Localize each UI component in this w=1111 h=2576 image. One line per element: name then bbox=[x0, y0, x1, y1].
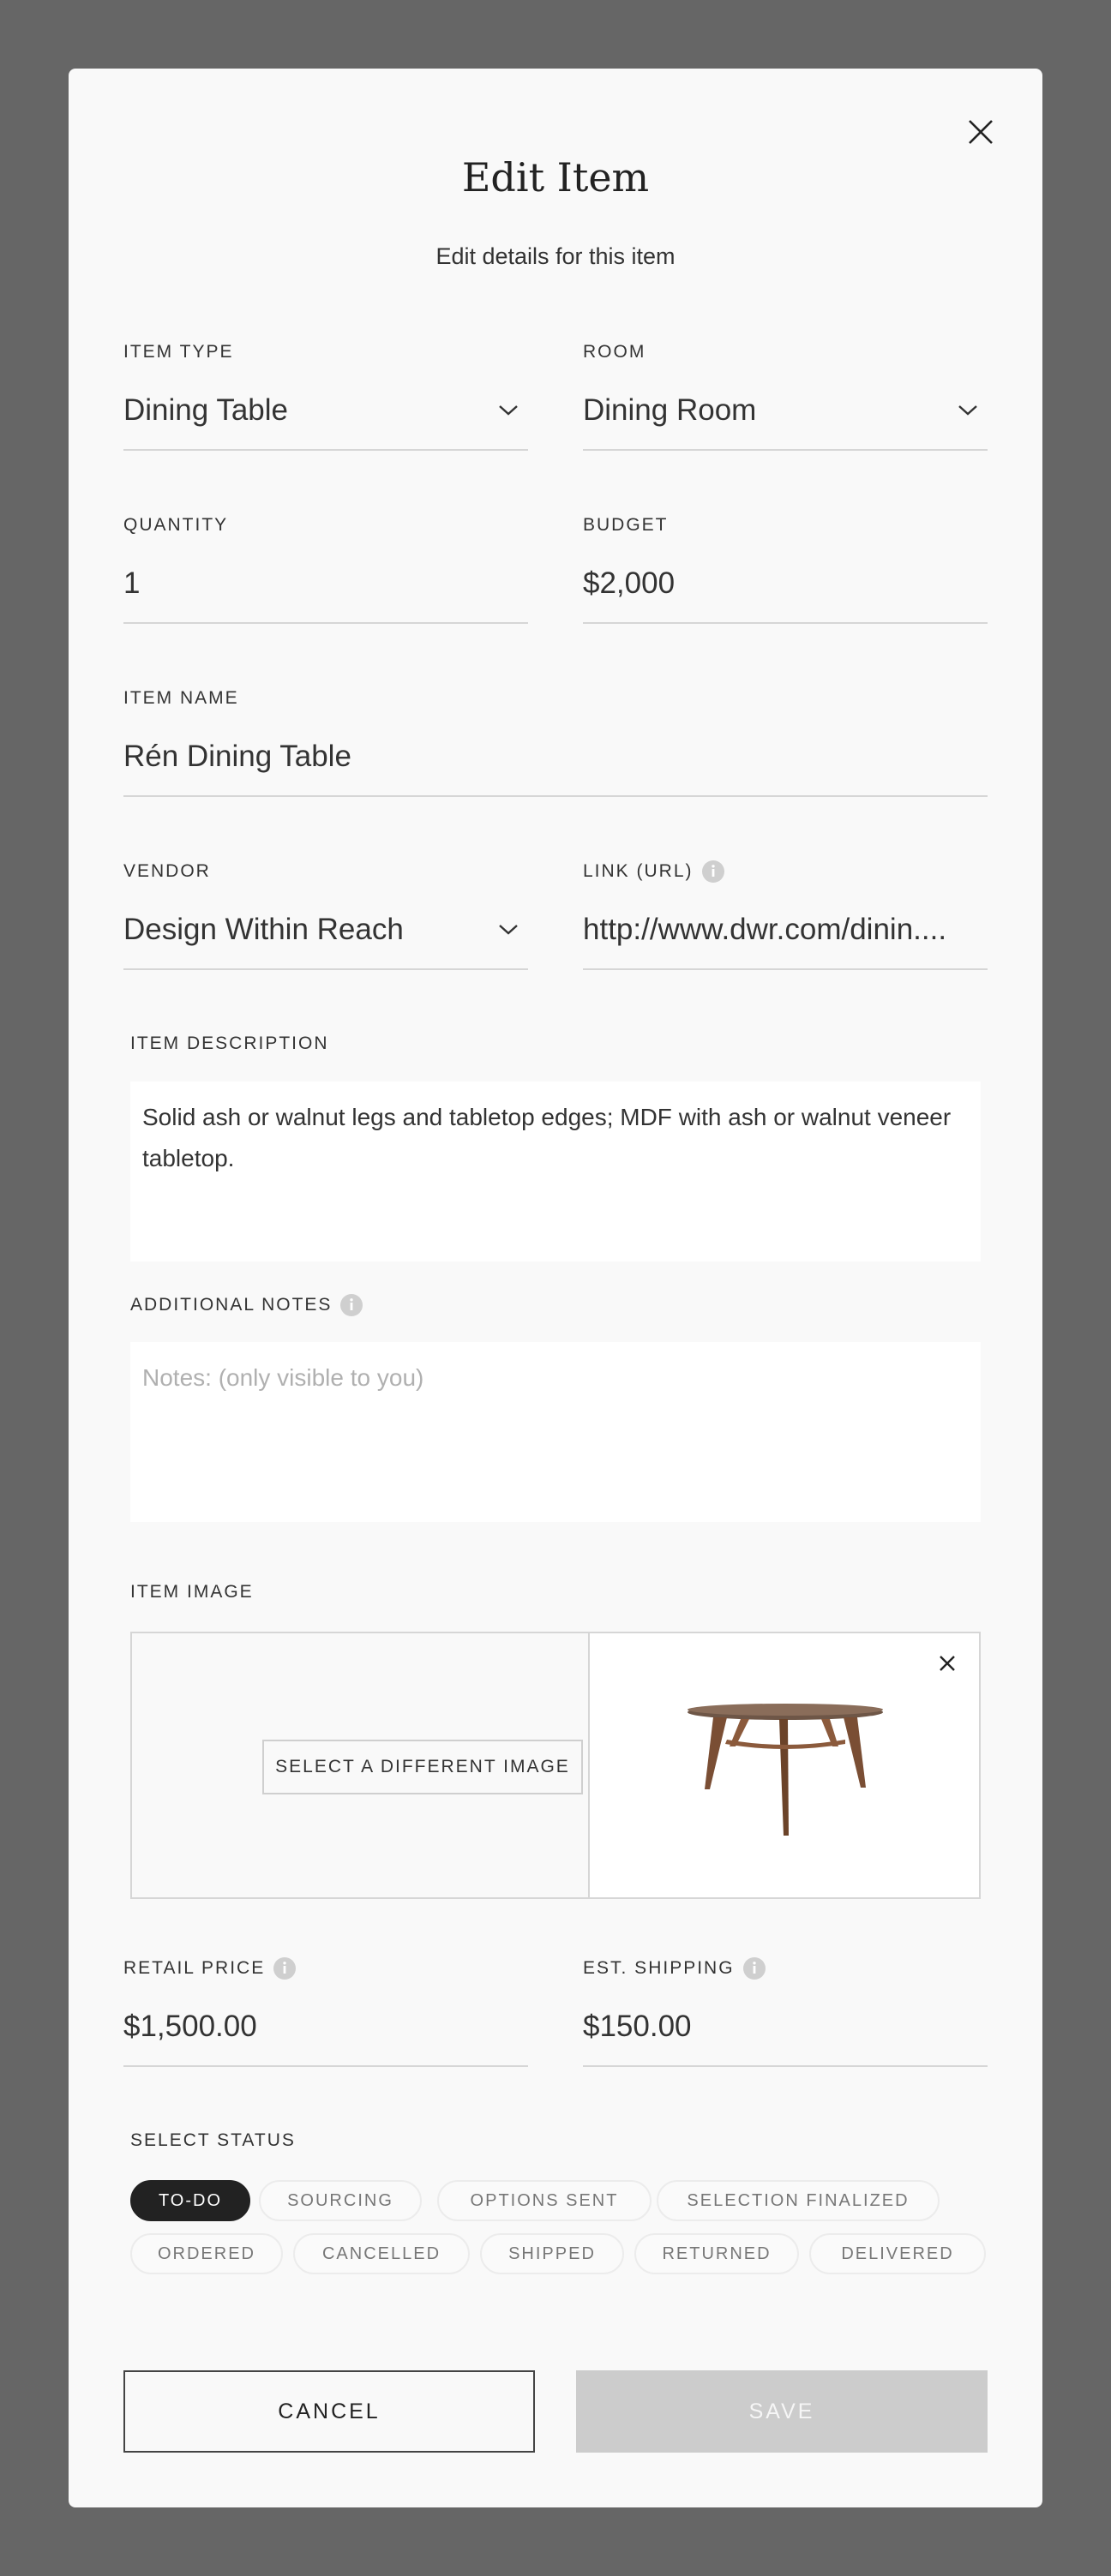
quantity-field[interactable]: QUANTITY 1 bbox=[123, 514, 528, 626]
description-text: Solid ash or walnut legs and tabletop ed… bbox=[142, 1104, 952, 1171]
status-pill-delivered[interactable]: DELIVERED bbox=[809, 2233, 986, 2274]
select-different-image-button[interactable]: SELECT A DIFFERENT IMAGE bbox=[262, 1740, 583, 1794]
save-button[interactable]: SAVE bbox=[576, 2370, 988, 2453]
quantity-label: QUANTITY bbox=[123, 515, 229, 535]
info-icon[interactable] bbox=[273, 1957, 297, 1980]
vendor-label: VENDOR bbox=[123, 861, 211, 881]
item-type-value: Dining Table bbox=[123, 393, 288, 427]
modal-subtitle: Edit details for this item bbox=[435, 243, 676, 269]
status-pill-sourcing[interactable]: SOURCING bbox=[259, 2180, 422, 2221]
quantity-value: 1 bbox=[123, 566, 141, 600]
retail-price-label: RETAIL PRICE bbox=[123, 1958, 266, 1978]
modal-title: Edit Item bbox=[461, 154, 650, 201]
notes-textarea[interactable]: Notes: (only visible to you) bbox=[130, 1342, 981, 1522]
edit-item-modal: Edit Item Edit details for this item ITE… bbox=[69, 69, 1042, 2507]
status-pill-selection-finalized[interactable]: SELECTION FINALIZED bbox=[657, 2180, 940, 2221]
notes-label: ADDITIONAL NOTES bbox=[130, 1295, 333, 1315]
item-name-underline bbox=[123, 795, 988, 797]
budget-field[interactable]: BUDGET $2,000 bbox=[583, 514, 988, 626]
description-textarea[interactable]: Solid ash or walnut legs and tabletop ed… bbox=[130, 1081, 981, 1261]
chevron-down-icon bbox=[958, 405, 977, 416]
info-icon[interactable] bbox=[701, 860, 724, 883]
status-pill-shipped[interactable]: SHIPPED bbox=[480, 2233, 624, 2274]
quantity-underline bbox=[123, 622, 528, 624]
est-shipping-field[interactable]: EST. SHIPPING $150.00 bbox=[583, 1957, 988, 2069]
status-pill-todo[interactable]: TO-DO bbox=[130, 2180, 250, 2221]
chevron-down-icon bbox=[499, 925, 518, 935]
status-pill-returned[interactable]: RETURNED bbox=[634, 2233, 799, 2274]
est-shipping-underline bbox=[583, 2065, 988, 2067]
vendor-underline bbox=[123, 968, 528, 970]
link-url-field[interactable]: LINK (URL) http://www.dwr.com/dinin.... bbox=[583, 860, 988, 972]
room-underline bbox=[583, 449, 988, 451]
notes-placeholder: Notes: (only visible to you) bbox=[142, 1364, 424, 1391]
info-icon[interactable] bbox=[742, 1957, 766, 1980]
item-image-label: ITEM IMAGE bbox=[130, 1582, 254, 1602]
select-status-label: SELECT STATUS bbox=[130, 2130, 296, 2150]
item-name-label: ITEM NAME bbox=[123, 688, 239, 708]
status-pill-ordered[interactable]: ORDERED bbox=[130, 2233, 283, 2274]
room-label: ROOM bbox=[583, 342, 646, 362]
description-label: ITEM DESCRIPTION bbox=[130, 1033, 329, 1053]
info-icon[interactable] bbox=[340, 1294, 363, 1316]
link-label-row: LINK (URL) bbox=[583, 860, 988, 883]
est-shipping-value: $150.00 bbox=[583, 2010, 692, 2043]
image-preview bbox=[590, 1633, 979, 1897]
retail-price-field[interactable]: RETAIL PRICE $1,500.00 bbox=[123, 1957, 528, 2069]
room-select[interactable]: ROOM Dining Room bbox=[583, 341, 988, 452]
item-type-underline bbox=[123, 449, 528, 451]
vendor-select[interactable]: VENDOR Design Within Reach bbox=[123, 860, 528, 972]
link-label: LINK (URL) bbox=[583, 861, 694, 881]
chevron-down-icon bbox=[499, 405, 518, 416]
dining-table-image bbox=[688, 1704, 883, 1836]
est-shipping-label: EST. SHIPPING bbox=[583, 1958, 735, 1978]
link-underline bbox=[583, 968, 988, 970]
retail-price-underline bbox=[123, 2065, 528, 2067]
link-value: http://www.dwr.com/dinin.... bbox=[583, 913, 947, 946]
vendor-value: Design Within Reach bbox=[123, 913, 404, 946]
item-name-value: Rén Dining Table bbox=[123, 740, 351, 773]
close-icon bbox=[969, 120, 993, 144]
budget-underline bbox=[583, 622, 988, 624]
est-shipping-label-row: EST. SHIPPING bbox=[583, 1957, 988, 1980]
room-value: Dining Room bbox=[583, 393, 757, 427]
retail-price-label-row: RETAIL PRICE bbox=[123, 1957, 528, 1980]
status-pill-cancelled[interactable]: CANCELLED bbox=[293, 2233, 470, 2274]
notes-label-row: ADDITIONAL NOTES bbox=[130, 1294, 363, 1316]
cancel-button[interactable]: CANCEL bbox=[123, 2370, 535, 2453]
item-name-field[interactable]: ITEM NAME Rén Dining Table bbox=[123, 687, 988, 799]
item-type-select[interactable]: ITEM TYPE Dining Table bbox=[123, 341, 528, 452]
retail-price-value: $1,500.00 bbox=[123, 2010, 257, 2043]
close-button[interactable] bbox=[960, 111, 1001, 153]
budget-label: BUDGET bbox=[583, 515, 669, 535]
status-pill-options-sent[interactable]: OPTIONS SENT bbox=[437, 2180, 652, 2221]
item-type-label: ITEM TYPE bbox=[123, 342, 234, 362]
item-image-panel: SELECT A DIFFERENT IMAGE bbox=[130, 1632, 981, 1899]
budget-value: $2,000 bbox=[583, 566, 676, 600]
